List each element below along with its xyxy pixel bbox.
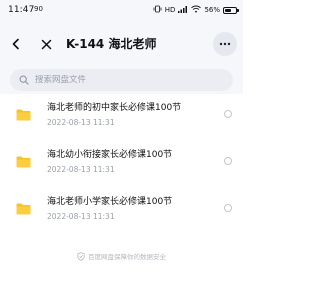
status-bar: 11:47 90 HD 56% <box>0 0 243 22</box>
search-bar <box>0 66 243 94</box>
close-icon <box>41 39 51 49</box>
shield-icon <box>77 251 85 261</box>
security-note-text: 百度网盘保障你的数据安全 <box>88 253 166 261</box>
chevron-left-icon <box>12 38 19 50</box>
folder-icon <box>16 203 31 215</box>
list-item[interactable]: 海北幼小衔接家长必修课100节 2022-08-13 11:31 <box>0 141 243 188</box>
vibrate-icon <box>153 5 162 15</box>
select-radio[interactable] <box>224 157 232 165</box>
status-left-extra: 90 <box>34 5 43 13</box>
signal-label: HD <box>164 6 176 14</box>
file-date: 2022-08-13 11:31 <box>47 212 115 221</box>
list-item[interactable]: 海北老师的初中家长必修课100节 2022-08-13 11:31 <box>0 94 243 141</box>
close-button[interactable] <box>36 34 56 54</box>
file-date: 2022-08-13 11:31 <box>47 118 115 127</box>
signal-icon <box>178 5 188 15</box>
select-radio[interactable] <box>224 110 232 118</box>
battery-icon <box>223 6 239 14</box>
select-radio[interactable] <box>224 204 232 212</box>
folder-icon <box>16 156 31 168</box>
file-name: 海北幼小衔接家长必修课100节 <box>47 150 173 160</box>
list-item[interactable]: 海北老师小学家长必修课100节 2022-08-13 11:31 <box>0 188 243 235</box>
more-button[interactable] <box>213 32 237 56</box>
wifi-icon <box>191 5 202 15</box>
search-icon <box>18 74 30 86</box>
search-input[interactable] <box>35 75 215 85</box>
security-note: 百度网盘保障你的数据安全 <box>0 249 243 263</box>
file-name: 海北老师的初中家长必修课100节 <box>47 103 182 113</box>
search-box[interactable] <box>10 69 233 91</box>
battery-percent: 56% <box>204 6 220 14</box>
more-horizontal-icon <box>219 42 231 46</box>
file-list: 海北老师的初中家长必修课100节 2022-08-13 11:31 海北幼小衔接… <box>0 94 243 235</box>
back-button[interactable] <box>6 34 26 54</box>
header: K-144 海北老师 <box>0 22 243 66</box>
file-name: 海北老师小学家长必修课100节 <box>47 197 173 207</box>
battery-level <box>225 8 231 12</box>
folder-icon <box>16 109 31 121</box>
page-title: K-144 海北老师 <box>66 37 157 51</box>
status-right: HD 56% <box>153 4 239 16</box>
file-date: 2022-08-13 11:31 <box>47 165 115 174</box>
status-time: 11:47 <box>8 5 35 15</box>
